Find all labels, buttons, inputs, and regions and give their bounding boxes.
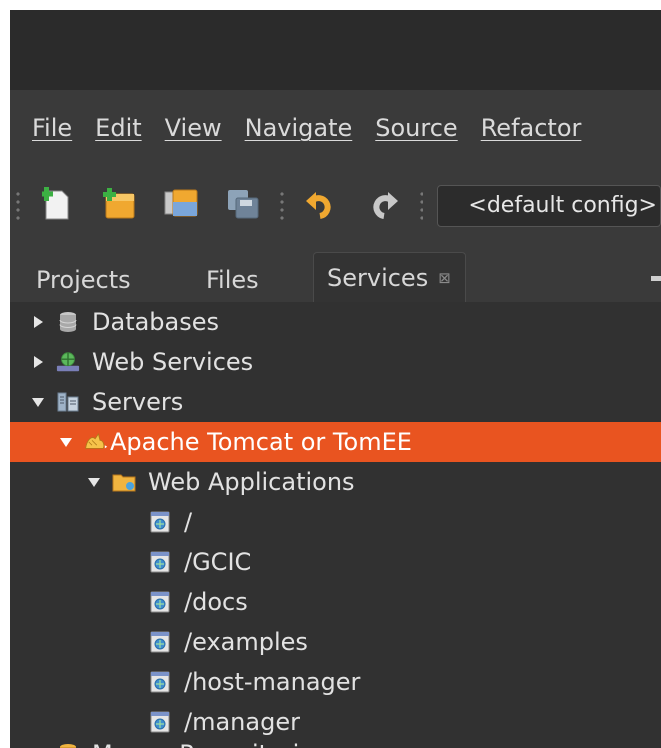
tree-node-label: Servers	[92, 388, 184, 416]
tree-node-label: Databases	[92, 308, 220, 336]
servers-icon	[56, 390, 80, 414]
toolbar-separator	[419, 190, 424, 222]
close-icon[interactable]: ⊠	[438, 254, 451, 302]
tab-services[interactable]: Services ⊠	[313, 252, 466, 303]
redo-icon	[368, 189, 398, 223]
web-app-icon	[148, 630, 172, 654]
toolbar: <default config>	[10, 166, 661, 246]
tree-node-web-applications[interactable]: Web Applications	[10, 462, 661, 502]
web-app-icon	[148, 670, 172, 694]
web-app-icon	[148, 590, 172, 614]
expand-arrow-icon[interactable]	[30, 354, 46, 370]
undo-icon	[305, 189, 336, 223]
menu-file[interactable]: File	[32, 114, 72, 142]
toolbar-separator	[279, 190, 284, 222]
save-all-icon	[226, 188, 260, 224]
new-project-button[interactable]	[96, 184, 142, 228]
toolbar-separator	[16, 190, 20, 222]
tree-node-maven-repositories[interactable]: Maven Repositories	[10, 734, 661, 748]
maven-repository-icon	[56, 742, 80, 748]
menu-navigate[interactable]: Navigate	[245, 114, 353, 142]
save-all-button[interactable]	[220, 184, 266, 228]
web-services-icon	[56, 350, 80, 374]
collapse-arrow-icon[interactable]	[30, 394, 46, 410]
tree-node-label: Web Applications	[148, 468, 355, 496]
tree-node-label: /examples	[184, 628, 308, 656]
tree-node-label: Web Services	[92, 348, 254, 376]
web-app-icon	[148, 510, 172, 534]
web-app-icon	[148, 550, 172, 574]
database-icon	[56, 310, 80, 334]
tree-node-app[interactable]: /docs	[10, 582, 661, 622]
menu-bar: File Edit View Navigate Source Refactor	[10, 90, 661, 166]
tree-node-servers[interactable]: Servers	[10, 382, 661, 422]
new-project-icon	[102, 188, 136, 224]
redo-button[interactable]	[360, 184, 406, 228]
open-project-button[interactable]	[158, 184, 204, 228]
folder-icon	[112, 470, 136, 494]
tree-node-label: /	[184, 508, 193, 536]
ide-window: File Edit View Navigate Source Refactor	[10, 10, 661, 748]
collapse-arrow-icon[interactable]	[58, 434, 74, 450]
undo-button[interactable]	[298, 184, 344, 228]
services-tree: Databases Web Services Servers Apache To…	[10, 302, 661, 748]
tree-node-app[interactable]: /examples	[10, 622, 661, 662]
tab-services-label: Services	[327, 264, 429, 292]
configuration-dropdown[interactable]: <default config>	[437, 185, 661, 227]
tree-node-databases[interactable]: Databases	[10, 302, 661, 342]
menu-source[interactable]: Source	[375, 114, 457, 142]
new-file-icon	[39, 187, 72, 225]
tree-node-app[interactable]: /GCIC	[10, 542, 661, 582]
tree-node-label: Apache Tomcat or TomEE	[110, 428, 412, 456]
open-project-icon	[163, 188, 199, 224]
title-bar[interactable]	[10, 10, 661, 90]
menu-refactor[interactable]: Refactor	[481, 114, 582, 142]
tree-node-label: Maven Repositories	[92, 740, 327, 748]
menu-view[interactable]: View	[165, 114, 222, 142]
tomcat-icon	[84, 430, 108, 454]
tree-node-label: /host-manager	[184, 668, 361, 696]
tab-projects[interactable]: Projects	[36, 260, 131, 300]
tree-node-label: /manager	[184, 708, 300, 736]
expand-arrow-icon[interactable]	[30, 314, 46, 330]
web-app-icon	[148, 710, 172, 734]
minimize-icon[interactable]	[651, 276, 661, 281]
tree-node-label: /GCIC	[184, 548, 252, 576]
tree-node-app[interactable]: /host-manager	[10, 662, 661, 702]
tree-node-app[interactable]: /	[10, 502, 661, 542]
tab-strip: Projects Files Services ⊠	[10, 246, 661, 303]
new-file-button[interactable]	[34, 184, 80, 228]
tab-files[interactable]: Files	[206, 260, 259, 300]
tree-node-label: /docs	[184, 588, 248, 616]
tree-node-tomcat[interactable]: Apache Tomcat or TomEE	[10, 422, 661, 462]
collapse-arrow-icon[interactable]	[86, 474, 102, 490]
menu-edit[interactable]: Edit	[95, 114, 141, 142]
tree-node-web-services[interactable]: Web Services	[10, 342, 661, 382]
